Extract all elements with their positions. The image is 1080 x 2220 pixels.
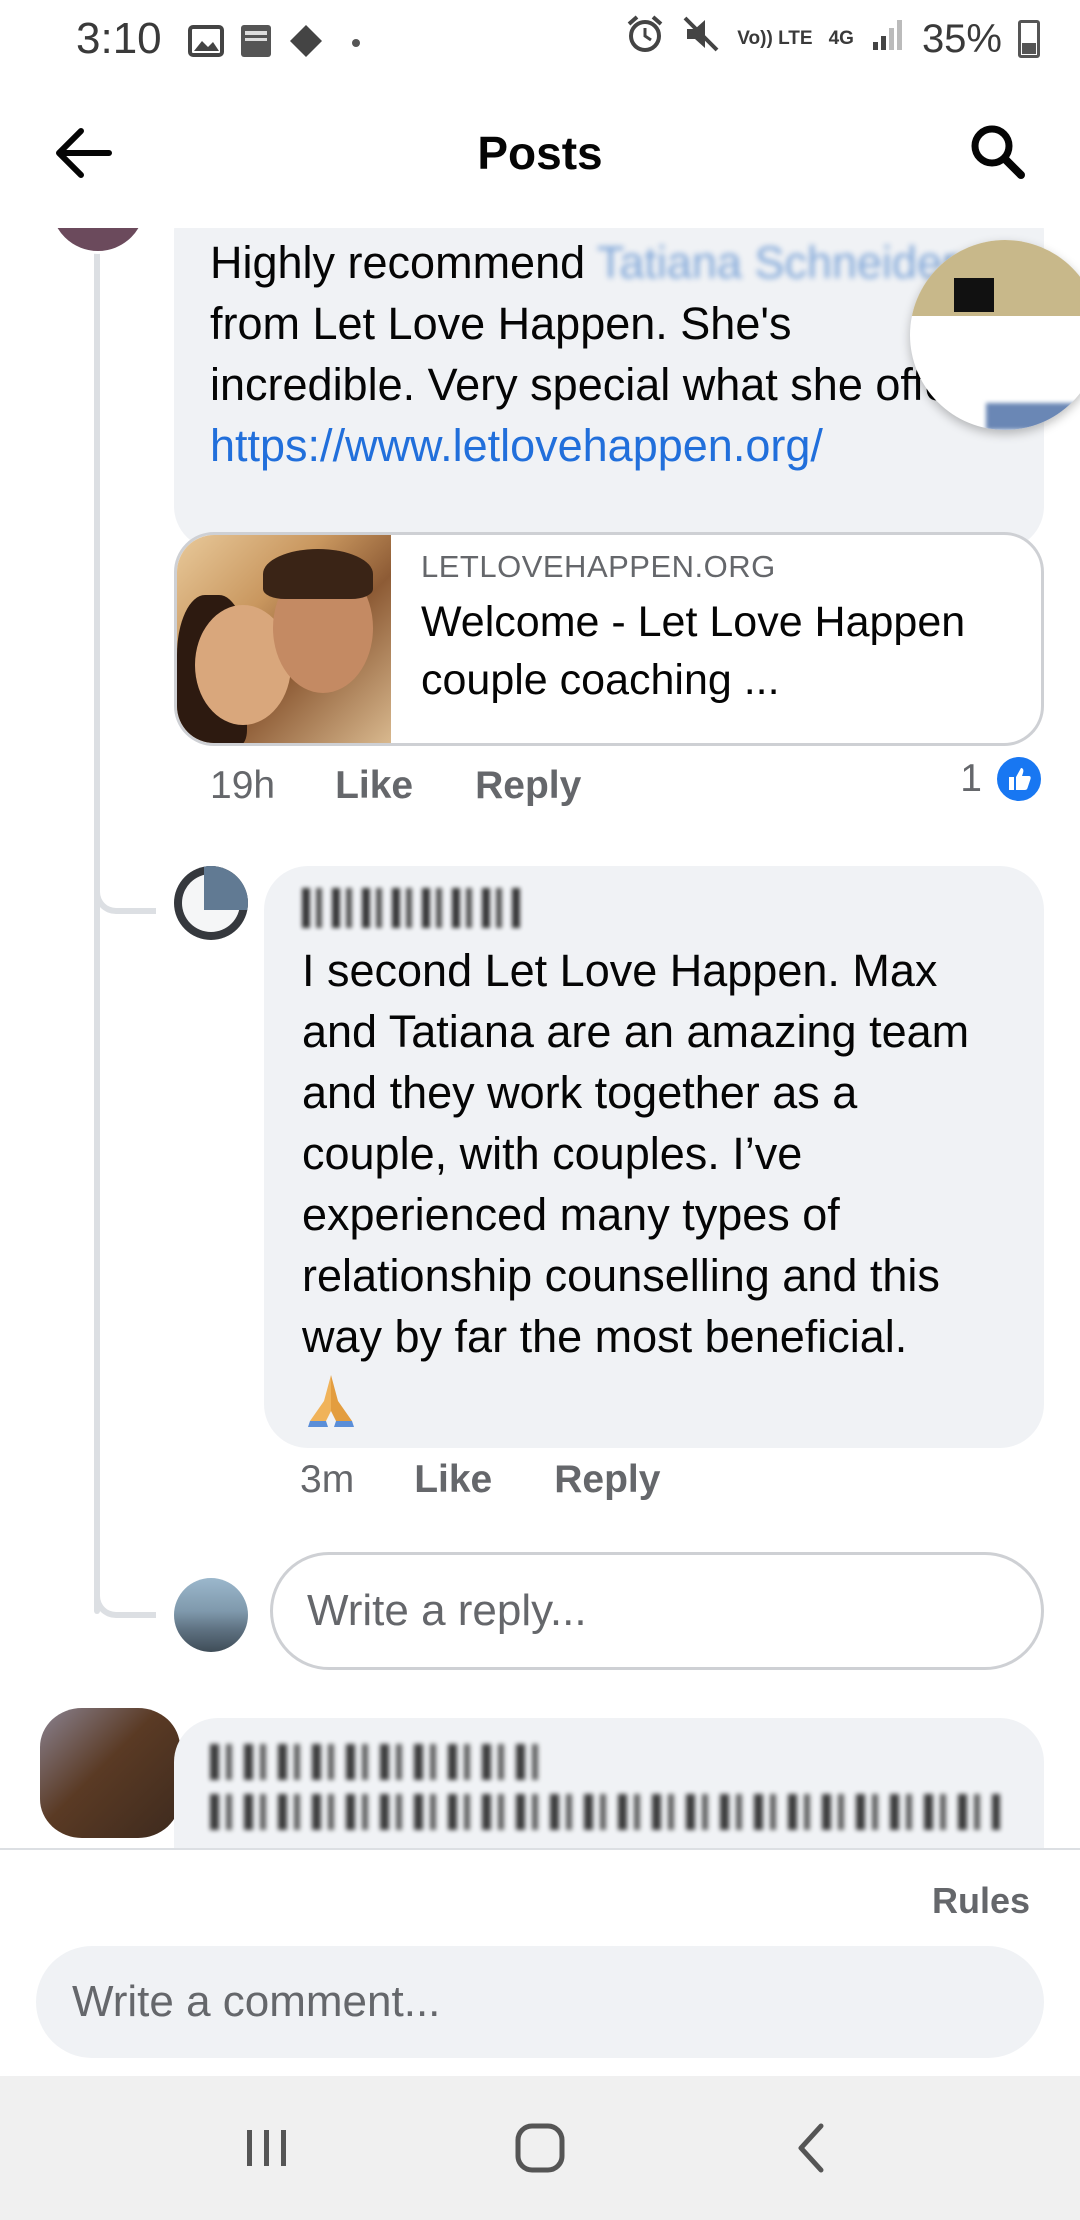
gallery-icon: [187, 21, 224, 57]
dot-icon: [338, 21, 374, 57]
like-button[interactable]: Like: [414, 1458, 492, 1502]
thumbs-up-icon: [994, 754, 1044, 804]
comment-text: Highly recommend Tatiana Schneider from …: [210, 232, 1008, 415]
folded-hands-icon: [302, 1371, 360, 1429]
avatar[interactable]: [48, 228, 148, 254]
avatar: [174, 1578, 248, 1652]
battery-percent: 35%: [921, 16, 1002, 61]
recent-apps-button[interactable]: [222, 2103, 312, 2193]
comment-bubble[interactable]: [174, 1718, 1044, 1848]
mute-icon: [681, 14, 721, 64]
back-nav-button[interactable]: [768, 2103, 858, 2193]
comment-time[interactable]: 19h: [210, 764, 275, 808]
page-title: Posts: [477, 127, 603, 179]
bible-app-icon: [238, 21, 274, 57]
comment-author-name[interactable]: [210, 1744, 540, 1780]
comments-feed[interactable]: Highly recommend Tatiana Schneider from …: [0, 228, 1080, 1848]
thread-branch: [94, 1588, 156, 1618]
reply-time[interactable]: 3m: [300, 1458, 354, 1502]
app-bar: Posts: [0, 78, 1080, 228]
like-button[interactable]: Like: [335, 764, 413, 808]
status-time: 3:10: [76, 14, 162, 63]
comment-text: [210, 1794, 1000, 1830]
like-count-number: 1: [960, 757, 982, 800]
recent-apps-icon: [246, 2130, 286, 2166]
thread-line: [94, 228, 100, 1614]
rules-link[interactable]: Rules: [932, 1880, 1030, 1922]
reply-text: I second Let Love Happen. Max and Tatian…: [302, 945, 970, 1362]
reaction-count[interactable]: 1: [960, 754, 1044, 804]
status-bar: 3:10 Vo)) LTE 4G 35%: [0, 0, 1080, 78]
avatar[interactable]: [174, 866, 248, 940]
mention-link[interactable]: Tatiana Schneider: [597, 237, 957, 288]
system-nav-bar: [0, 2076, 1080, 2220]
comment-text-part: Highly recommend: [210, 237, 586, 288]
signal-icon: [870, 16, 906, 62]
back-button[interactable]: [48, 118, 118, 188]
search-button[interactable]: [962, 116, 1032, 186]
reply-button[interactable]: Reply: [475, 764, 581, 808]
comment-text-part: from Let Love Happen. She's incredible. …: [210, 298, 1000, 410]
comment-composer: Rules Write a comment...: [0, 1848, 1080, 2076]
home-button[interactable]: [495, 2103, 585, 2193]
diamond-icon: [288, 21, 324, 57]
chevron-left-icon: [798, 2123, 824, 2173]
reply-actions: 3m Like Reply: [300, 1458, 722, 1502]
comment-input[interactable]: Write a comment...: [36, 1946, 1044, 2058]
home-icon: [515, 2123, 565, 2173]
avatar[interactable]: [40, 1708, 180, 1838]
battery-icon: [1018, 20, 1040, 58]
reply-button[interactable]: Reply: [554, 1458, 660, 1502]
link-title: Welcome - Let Love Happen couple coachin…: [421, 598, 966, 704]
volte-indicator: Vo)) LTE: [737, 28, 813, 49]
link-preview-card[interactable]: LETLOVEHAPPEN.ORG Welcome - Let Love Hap…: [174, 532, 1044, 746]
link-preview-image: [177, 535, 391, 743]
network-type: 4G: [828, 28, 854, 49]
thread-branch: [94, 884, 156, 914]
arrow-left-icon: [56, 128, 112, 178]
reply-bubble[interactable]: I second Let Love Happen. Max and Tatian…: [264, 866, 1044, 1448]
search-icon: [971, 125, 1025, 179]
comment-actions: 19h Like Reply: [210, 764, 643, 808]
reply-input[interactable]: Write a reply...: [270, 1552, 1044, 1670]
comment-url-link[interactable]: https://www.letlovehappen.org/: [210, 415, 1008, 476]
reply-author-name[interactable]: [302, 888, 522, 928]
link-domain: LETLOVEHAPPEN.ORG: [421, 549, 776, 584]
alarm-icon: [625, 14, 665, 64]
